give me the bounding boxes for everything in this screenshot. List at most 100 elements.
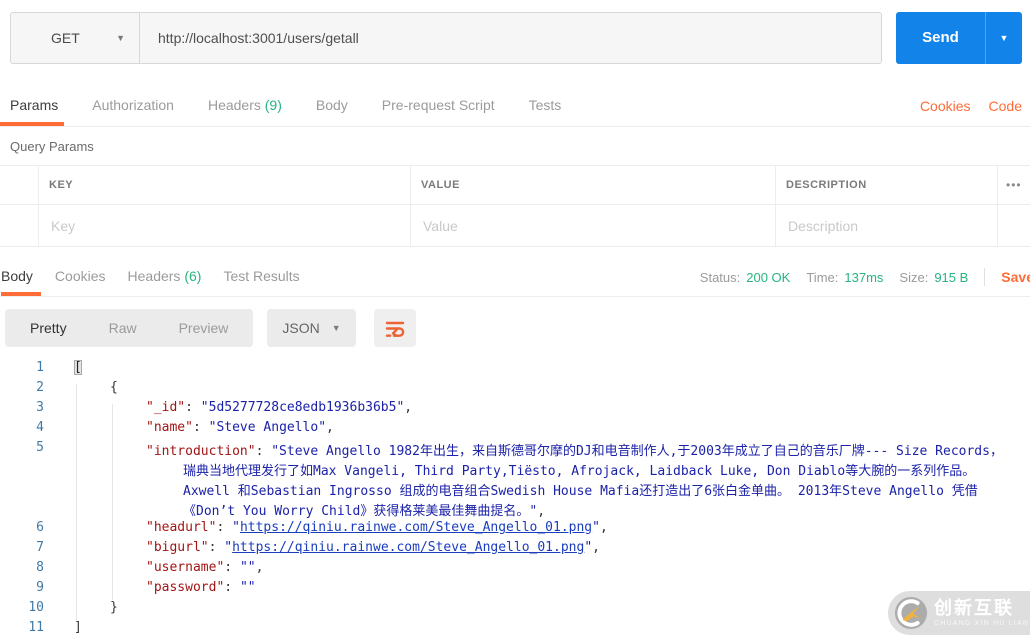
json-token: " bbox=[232, 520, 240, 535]
line-content: "headurl": "https://qiniu.rainwe.com/Ste… bbox=[146, 520, 608, 535]
view-mode-switch: Pretty Raw Preview bbox=[5, 309, 254, 347]
tab-cookies[interactable]: Cookies bbox=[55, 258, 106, 296]
json-token: : bbox=[208, 540, 225, 555]
description-cell bbox=[776, 205, 998, 246]
description-column-header: DESCRIPTION bbox=[776, 166, 998, 204]
json-link[interactable]: https://qiniu.rainwe.com/Steve_Angello_0… bbox=[232, 540, 584, 555]
json-token: "" bbox=[239, 580, 256, 595]
tab-body[interactable]: Body bbox=[316, 85, 348, 126]
key-cell bbox=[39, 205, 411, 246]
line-content: { bbox=[110, 380, 118, 395]
method-label: GET bbox=[51, 30, 80, 46]
json-token: : bbox=[224, 580, 240, 595]
key-input[interactable] bbox=[49, 216, 396, 235]
wrap-text-icon bbox=[385, 321, 404, 337]
key-header-label: KEY bbox=[49, 179, 74, 191]
code-line: 1[ bbox=[0, 360, 1030, 380]
json-token: } bbox=[110, 600, 118, 615]
tab-tests[interactable]: Tests bbox=[529, 85, 562, 126]
tab-headers[interactable]: Headers (9) bbox=[208, 85, 282, 126]
watermark: 创新互联 CHUANG XIN HU LIAN bbox=[888, 591, 1030, 635]
bulk-edit-menu-icon[interactable]: ••• bbox=[998, 166, 1030, 204]
chevron-down-icon: ▼ bbox=[999, 33, 1009, 43]
tab-params[interactable]: Params bbox=[0, 85, 65, 126]
json-token: "username" bbox=[146, 560, 225, 575]
meta-label: Size: bbox=[899, 269, 929, 285]
description-input[interactable] bbox=[786, 216, 991, 235]
cookies-link[interactable]: Cookies bbox=[920, 98, 971, 114]
json-token: "bigurl" bbox=[146, 540, 209, 555]
tab-count-badge: (6) bbox=[180, 268, 202, 284]
line-content: "username": "", bbox=[146, 560, 263, 575]
json-token: "password" bbox=[146, 580, 225, 595]
save-response-button[interactable]: Save bbox=[1001, 269, 1030, 285]
request-links: Cookies Code bbox=[920, 85, 1022, 126]
tab-label: Params bbox=[10, 97, 59, 113]
line-number: 6 bbox=[36, 520, 44, 535]
value-header-label: VALUE bbox=[421, 179, 460, 191]
json-token: [ bbox=[74, 360, 82, 375]
json-token: 瑞典当地代理发行了如Max Vangeli, Third Party,Tiëst… bbox=[183, 464, 976, 479]
code-rows: 1[2{3 "_id": "5d5277728ce8edb1936b36b5", 4… bbox=[0, 360, 1030, 640]
code-line: 《Don’t You Worry Child》获得格莱美最佳舞曲提名。", bbox=[0, 500, 1030, 520]
json-token: 《Don’t You Worry Child》获得格莱美最佳舞曲提名。" bbox=[183, 504, 538, 519]
json-token: : bbox=[185, 400, 201, 415]
view-mode-pretty[interactable]: Pretty bbox=[9, 320, 88, 336]
chevron-down-icon: ▼ bbox=[331, 323, 341, 333]
view-mode-preview[interactable]: Preview bbox=[158, 320, 250, 336]
key-column-header: KEY bbox=[39, 166, 411, 204]
line-number: 8 bbox=[36, 560, 44, 575]
value-column-header: VALUE bbox=[411, 166, 776, 204]
json-token: , bbox=[537, 504, 546, 519]
json-link[interactable]: https://qiniu.rainwe.com/Steve_Angello_0… bbox=[240, 520, 592, 535]
send-button[interactable]: Send bbox=[896, 12, 985, 64]
response-body-json[interactable]: 1[2{3 "_id": "5d5277728ce8edb1936b36b5", 4… bbox=[0, 356, 1030, 641]
json-token: Axwell 和Sebastian Ingrosso 组成的电音组合Swedis… bbox=[183, 484, 978, 499]
meta-size: Size: 915 B bbox=[899, 270, 968, 285]
json-token: " bbox=[592, 520, 600, 535]
json-token: , bbox=[592, 540, 600, 555]
json-token: , bbox=[255, 560, 264, 575]
method-select[interactable]: GET ▼ bbox=[10, 12, 140, 64]
view-mode-raw[interactable]: Raw bbox=[88, 320, 158, 336]
json-token: : bbox=[216, 520, 233, 535]
table-header-row: KEY VALUE DESCRIPTION ••• bbox=[0, 165, 1030, 205]
tab-label: Body bbox=[315, 97, 348, 113]
code-line: 7 "bigurl": "https://qiniu.rainwe.com/Ste… bbox=[0, 540, 1030, 560]
tab-authorization[interactable]: Authorization bbox=[92, 85, 174, 126]
value-input[interactable] bbox=[421, 216, 762, 235]
json-token: , bbox=[326, 420, 334, 435]
tab-pre-request-script[interactable]: Pre-request Script bbox=[382, 85, 495, 126]
format-select[interactable]: JSON ▼ bbox=[267, 309, 356, 347]
tab-test-results[interactable]: Test Results bbox=[223, 258, 299, 296]
code-line: 3 "_id": "5d5277728ce8edb1936b36b5", bbox=[0, 400, 1030, 420]
tab-label: Test Results bbox=[223, 268, 300, 284]
send-options-button[interactable]: ▼ bbox=[985, 12, 1022, 64]
response-meta: Status: 200 OK Time: 137ms Size: 915 B Save bbox=[700, 258, 1030, 296]
tab-headers[interactable]: Headers (6) bbox=[128, 258, 202, 296]
watermark-subtitle: CHUANG XIN HU LIAN bbox=[934, 620, 1030, 627]
tab-body[interactable]: Body bbox=[1, 258, 41, 296]
json-token: ] bbox=[74, 620, 82, 635]
meta-value: 137ms bbox=[844, 269, 884, 285]
watermark-logo-icon bbox=[894, 596, 928, 630]
json-token: " bbox=[584, 540, 593, 555]
line-content: ] bbox=[74, 620, 82, 635]
meta-label: Time: bbox=[806, 269, 839, 285]
json-token: "_id" bbox=[146, 400, 186, 415]
line-content: "_id": "5d5277728ce8edb1936b36b5", bbox=[146, 400, 412, 415]
line-number: 10 bbox=[28, 600, 44, 615]
code-link[interactable]: Code bbox=[989, 98, 1022, 114]
response-view-toolbar: Pretty Raw Preview JSON ▼ bbox=[5, 309, 416, 347]
code-line: 8 "username": "", bbox=[0, 560, 1030, 580]
row-select-cell[interactable] bbox=[0, 205, 39, 246]
divider bbox=[984, 268, 986, 286]
code-line: 4 "name": "Steve Angello", bbox=[0, 420, 1030, 440]
line-number: 4 bbox=[36, 420, 44, 435]
wrap-text-button[interactable] bbox=[373, 309, 416, 347]
json-token: "5d5277728ce8edb1936b36b5" bbox=[200, 400, 405, 415]
line-content: "name": "Steve Angello", bbox=[146, 420, 334, 435]
url-input[interactable] bbox=[140, 12, 882, 64]
watermark-title: 创新互联 bbox=[934, 598, 1014, 618]
tab-label: Headers bbox=[127, 268, 181, 284]
